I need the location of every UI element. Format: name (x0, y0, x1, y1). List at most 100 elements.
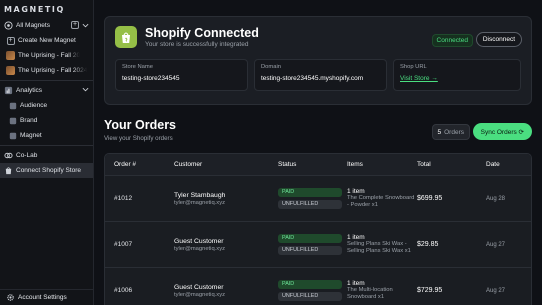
table-row[interactable]: #1012 Tyler Stambaugh tyler@magnetiq.xyz… (105, 176, 531, 222)
sidebar-item-label: Create New Magnet (18, 37, 76, 44)
items-count: 1 item (347, 280, 365, 287)
sidebar-item-label: Audience (20, 102, 48, 109)
customer-email: tyler@magnetiq.xyz (174, 199, 225, 206)
shopify-bag-icon (115, 26, 137, 48)
status-badge: Connected (431, 34, 473, 47)
order-id: #1012 (114, 195, 133, 202)
payment-status-badge: PAID (278, 234, 342, 243)
customer-name: Guest Customer (174, 237, 224, 245)
domain-label: Domain (261, 64, 281, 70)
column-header: Date (486, 161, 500, 168)
plus-icon: + (6, 36, 15, 45)
domain-box: Domain testing-store234545.myshopify.com (254, 59, 387, 91)
items-description: The Complete Snowboard - Powder x1 (347, 195, 415, 208)
order-id: #1006 (114, 287, 133, 294)
sidebar-item-analytics[interactable]: Analytics (0, 83, 93, 98)
order-id: #1007 (114, 241, 133, 248)
store-name-label: Store Name (122, 64, 153, 70)
magnet-thumbnail (6, 51, 15, 60)
sidebar-item-magnet[interactable]: The Uprising - Fall 2024 (0, 63, 93, 78)
logo: MAGNETIQ (4, 4, 65, 14)
items-count: 1 item (347, 188, 365, 195)
analytics-icon (4, 86, 13, 95)
account-settings-label: Account Settings (18, 294, 67, 301)
sidebar-item-label: Connect Shopify Store (16, 167, 82, 174)
sidebar-item-audience[interactable]: Audience (0, 98, 93, 113)
app: MAGNETIQ All Magnets + + Create New Magn… (0, 0, 542, 305)
customer-name: Guest Customer (174, 283, 224, 291)
sidebar-item-colab[interactable]: Co-Lab (0, 148, 93, 163)
sidebar-item-all-magnets[interactable]: All Magnets + (0, 18, 93, 33)
connection-subtitle: Your store is successfully integrated (145, 41, 249, 48)
sidebar-item-brand[interactable]: Brand (0, 113, 93, 128)
sidebar-item-label: All Magnets (16, 22, 50, 29)
sidebar-item-label: Magnet (20, 132, 42, 139)
sidebar-item-label: The Uprising - Fall 2024 (18, 67, 88, 74)
disconnect-button[interactable]: Disconnect (475, 32, 522, 47)
customer-email: tyler@magnetiq.xyz (174, 291, 225, 298)
visit-store-link[interactable]: Visit Store → (400, 75, 514, 82)
column-header: Total (417, 161, 431, 168)
shop-url-box: Shop URL Visit Store → (393, 59, 521, 91)
orders-count-label: Orders (444, 128, 464, 136)
connection-title: Shopify Connected (145, 26, 259, 40)
order-date: Aug 27 (486, 287, 506, 294)
sidebar-item-connect-shopify[interactable]: Connect Shopify Store (0, 163, 93, 178)
orders-count-value: 5 (437, 128, 442, 136)
sidebar-item-label: Co-Lab (16, 152, 38, 159)
magnet-icon (8, 131, 17, 140)
fulfillment-status-badge: UNFULFILLED (278, 246, 342, 255)
magnet-thumbnail (6, 66, 15, 75)
colab-icon (4, 151, 13, 160)
sidebar-item-magnet-analytics[interactable]: Magnet (0, 128, 93, 143)
orders-count: 5 Orders (431, 124, 470, 140)
fulfillment-status-badge: UNFULFILLED (278, 200, 342, 209)
gear-icon (6, 293, 15, 302)
payment-status-badge: PAID (278, 280, 342, 289)
store-name-box: Store Name testing-store234545 (115, 59, 248, 91)
table-row[interactable]: #1006 Guest Customer tyler@magnetiq.xyz … (105, 268, 531, 305)
add-icon[interactable]: + (71, 21, 79, 29)
items-description: The Multi-location Snowboard x1 (347, 287, 393, 300)
divider (0, 80, 93, 81)
sidebar-item-magnet[interactable]: The Uprising - Fall 20 (0, 48, 93, 63)
shopify-icon (4, 166, 13, 175)
column-header: Customer (174, 161, 203, 168)
order-total: $29.85 (417, 241, 439, 248)
domain-value: testing-store234545.myshopify.com (261, 75, 364, 82)
chevron-down-icon[interactable] (82, 86, 89, 93)
audience-icon (8, 101, 17, 110)
account-settings[interactable]: Account Settings (0, 289, 93, 305)
customer-email: tyler@magnetiq.xyz (174, 245, 225, 252)
shop-url-label: Shop URL (400, 64, 427, 70)
fulfillment-status-badge: UNFULFILLED (278, 292, 342, 301)
orders-table: Order # Customer Status Items Total Date… (104, 153, 532, 305)
column-header: Status (278, 161, 297, 168)
items-description: Selling Plans Ski Wax - Selling Plans Sk… (347, 241, 411, 254)
brand-icon (8, 116, 17, 125)
column-header: Order # (114, 161, 137, 168)
shopify-connection-card: Shopify Connected Your store is successf… (104, 16, 532, 105)
order-date: Aug 28 (486, 195, 506, 202)
order-date: Aug 27 (486, 241, 506, 248)
sidebar-item-label: Brand (20, 117, 38, 124)
customer-name: Tyler Stambaugh (174, 191, 226, 199)
table-row[interactable]: #1007 Guest Customer tyler@magnetiq.xyz … (105, 222, 531, 268)
chevron-down-icon[interactable] (82, 22, 89, 29)
table-header: Order # Customer Status Items Total Date (105, 154, 531, 176)
sidebar-item-label: Analytics (16, 87, 43, 94)
divider (0, 145, 93, 146)
magnet-icon (4, 21, 13, 30)
main-content: Shopify Connected Your store is successf… (94, 0, 542, 305)
store-name-value: testing-store234545 (122, 75, 180, 82)
sidebar-item-create-magnet[interactable]: + Create New Magnet (0, 33, 93, 48)
sidebar: MAGNETIQ All Magnets + + Create New Magn… (0, 0, 94, 305)
items-count: 1 item (347, 234, 365, 241)
sidebar-item-label: The Uprising - Fall 20 (18, 52, 81, 59)
order-total: $729.95 (417, 287, 443, 294)
orders-header: Your Orders View your Shopify orders 5 O… (104, 118, 532, 148)
column-header: Items (347, 161, 363, 168)
sync-orders-button[interactable]: Sync Orders ⟳ (472, 123, 532, 140)
payment-status-badge: PAID (278, 188, 342, 197)
order-total: $699.95 (417, 195, 443, 202)
